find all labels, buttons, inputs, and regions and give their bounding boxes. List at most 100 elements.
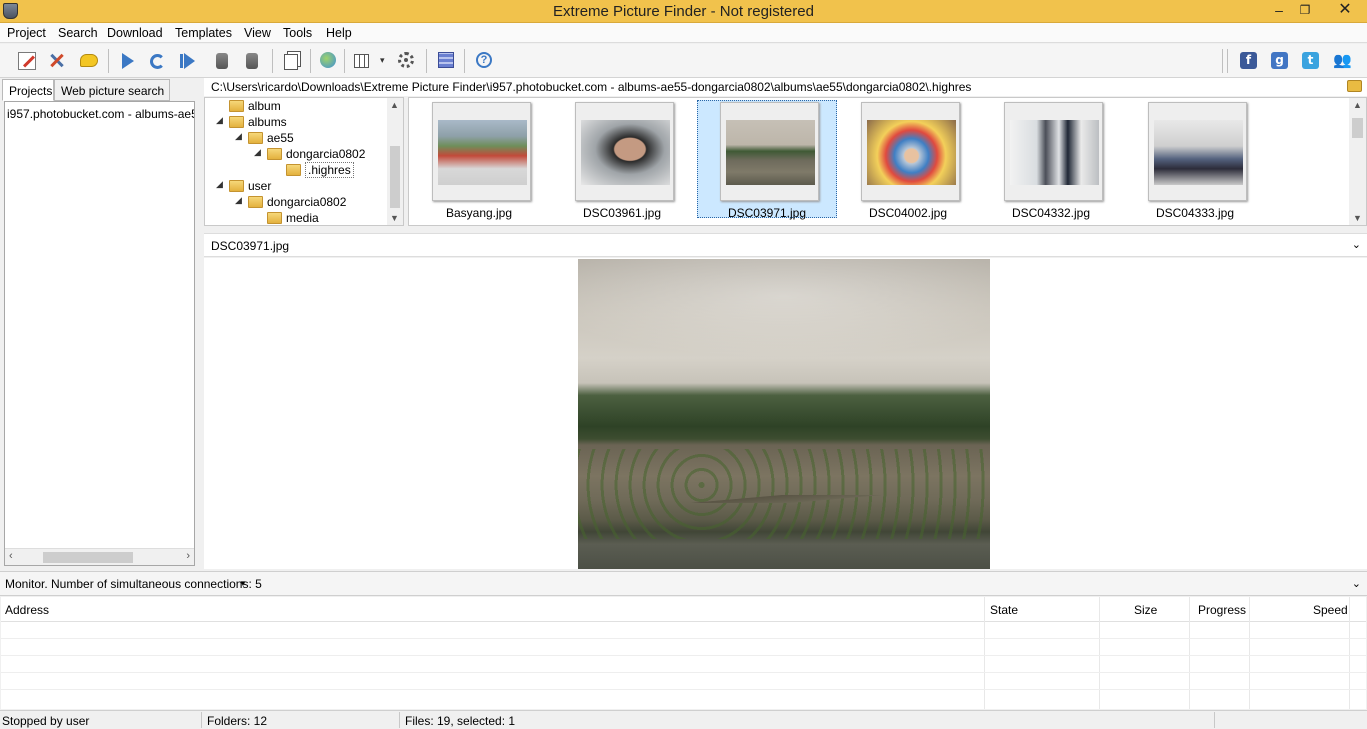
thumbnail-item-selected[interactable]: DSC03971.jpg (697, 100, 837, 220)
open-folder-icon[interactable] (1347, 80, 1362, 92)
row-divider (1, 689, 1366, 690)
toolbar-separator (108, 49, 109, 73)
resume-icon[interactable] (180, 52, 198, 70)
tab-projects[interactable]: Projects (2, 79, 54, 101)
scroll-left-arrow-icon[interactable]: ‹ (9, 550, 13, 562)
scrollbar-thumb[interactable] (1352, 118, 1363, 138)
expander-icon[interactable]: ◢ (235, 195, 242, 206)
thumbnail-caption: Basyang.jpg (445, 206, 513, 220)
collapse-chevron-icon[interactable]: ⌄ (1352, 577, 1361, 590)
tree-node-album[interactable]: album (229, 99, 281, 115)
slideshow-icon[interactable] (438, 52, 454, 68)
toolbar: ▾ ? f g t 👥 (0, 44, 1367, 78)
thumbnail-image (867, 120, 956, 185)
view-dropdown-caret-icon[interactable]: ▾ (380, 55, 398, 73)
thumbnail-item[interactable]: DSC04002.jpg (838, 100, 978, 220)
menu-search[interactable]: Search (58, 26, 98, 40)
column-progress[interactable]: Progress (1198, 603, 1246, 617)
menu-templates[interactable]: Templates (175, 26, 232, 40)
preview-header: DSC03971.jpg ⌄ (204, 233, 1367, 257)
tab-web-picture-search[interactable]: Web picture search (54, 79, 170, 101)
column-address[interactable]: Address (5, 603, 49, 617)
menu-tools[interactable]: Tools (283, 26, 312, 40)
database-icon[interactable] (216, 53, 228, 69)
connections-dropdown-icon[interactable]: ▼ (239, 579, 247, 588)
thumbnail-caption: DSC03971.jpg (727, 206, 807, 220)
thumbnail-item[interactable]: Basyang.jpg (409, 100, 549, 220)
view-grid-icon[interactable] (354, 54, 369, 68)
expander-icon[interactable]: ◢ (216, 179, 223, 190)
expander-icon[interactable]: ◢ (254, 147, 261, 158)
preview-photo[interactable] (578, 259, 990, 569)
image-preview (204, 258, 1367, 569)
friends-icon[interactable]: 👥 (1333, 52, 1352, 69)
menu-bar: Project Search Download Templates View T… (0, 23, 1367, 43)
folder-icon (267, 212, 282, 224)
thumbnail-item[interactable]: DSC04332.jpg (981, 100, 1121, 220)
toolbar-separator (464, 49, 465, 73)
preview-filename: DSC03971.jpg (211, 239, 290, 253)
tree-node-ae55[interactable]: ◢ ae55 (235, 131, 294, 147)
thumbnail-frame (720, 102, 819, 201)
column-state[interactable]: State (990, 603, 1018, 617)
column-size[interactable]: Size (1134, 603, 1157, 617)
web-search-icon[interactable] (320, 52, 336, 68)
twitter-icon[interactable]: t (1302, 52, 1319, 69)
thumbnail-item[interactable]: DSC04333.jpg (1125, 100, 1265, 220)
thumbnail-vscrollbar[interactable]: ▲ ▼ (1349, 98, 1366, 225)
scroll-up-arrow-icon[interactable]: ▲ (390, 100, 399, 110)
tree-node-media[interactable]: media (267, 211, 319, 225)
google-icon[interactable]: g (1271, 52, 1288, 69)
scrollbar-thumb[interactable] (390, 146, 400, 208)
status-files: Files: 19, selected: 1 (405, 714, 516, 728)
thumbnail-item[interactable]: DSC03961.jpg (552, 100, 692, 220)
toolbar-separator (1227, 49, 1228, 73)
expander-icon[interactable]: ◢ (216, 115, 223, 126)
copy-icon[interactable] (284, 54, 298, 70)
refresh-icon[interactable] (150, 54, 165, 69)
project-item[interactable]: i957.photobucket.com - albums-ae55-donga… (7, 107, 194, 121)
maximize-button[interactable]: ❐ (1290, 0, 1320, 22)
thumbnail-image (1154, 120, 1243, 185)
scroll-up-arrow-icon[interactable]: ▲ (1353, 100, 1362, 110)
menu-download[interactable]: Download (107, 26, 163, 40)
collapse-chevron-icon[interactable]: ⌄ (1352, 238, 1361, 251)
close-button[interactable]: ✕ (1325, 0, 1365, 22)
folder-icon (248, 196, 263, 208)
scroll-down-arrow-icon[interactable]: ▼ (390, 213, 399, 223)
thumbnail-image (438, 120, 527, 185)
column-divider (1349, 597, 1350, 709)
comment-icon[interactable] (80, 54, 98, 67)
start-icon[interactable] (122, 53, 134, 69)
toolbar-separator (1222, 49, 1223, 73)
menu-project[interactable]: Project (7, 26, 46, 40)
help-icon[interactable]: ? (476, 52, 492, 68)
facebook-icon[interactable]: f (1240, 52, 1257, 69)
tree-node-dongarcia0802[interactable]: ◢ dongarcia0802 (254, 147, 365, 163)
scrollbar-thumb[interactable] (43, 552, 133, 563)
monitor-bar: Monitor. Number of simultaneous connecti… (0, 571, 1367, 596)
expander-icon[interactable]: ◢ (235, 131, 242, 142)
tree-node-user[interactable]: ◢ user (216, 179, 271, 195)
tree-vscrollbar[interactable]: ▲ ▼ (387, 98, 403, 225)
toolbar-separator (310, 49, 311, 73)
folder-icon (229, 100, 244, 112)
menu-help[interactable]: Help (326, 26, 352, 40)
tree-node-albums[interactable]: ◢ albums (216, 115, 287, 131)
settings-icon[interactable] (398, 52, 414, 68)
menu-view[interactable]: View (244, 26, 271, 40)
edit-project-icon[interactable] (18, 52, 36, 70)
scroll-right-arrow-icon[interactable]: › (186, 550, 190, 562)
scroll-down-arrow-icon[interactable]: ▼ (1353, 213, 1362, 223)
tree-node-highres[interactable]: .highres (286, 162, 354, 179)
database-alt-icon[interactable] (246, 53, 258, 69)
toolbar-separator (272, 49, 273, 73)
tree-node-user-dongarcia0802[interactable]: ◢ dongarcia0802 (235, 195, 346, 211)
project-properties-icon[interactable] (48, 52, 66, 70)
column-speed[interactable]: Speed (1313, 603, 1348, 617)
status-text: Stopped by user (2, 714, 90, 728)
title-bar: Extreme Picture Finder - Not registered … (0, 0, 1367, 23)
thumbnail-frame (575, 102, 674, 201)
thumbnail-image (1010, 120, 1099, 185)
project-list-hscrollbar[interactable]: ‹ › (5, 548, 194, 565)
